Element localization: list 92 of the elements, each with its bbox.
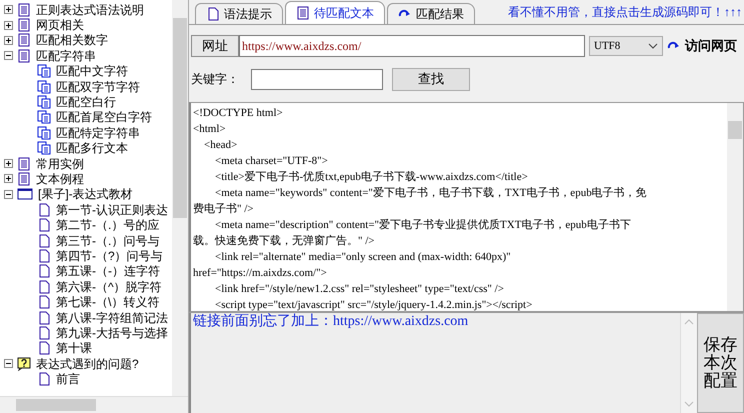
- tree-item[interactable]: 匹配相关数字: [36, 33, 108, 48]
- code-editor[interactable]: [189, 102, 744, 312]
- page-icon: [37, 372, 51, 386]
- tree-item[interactable]: 第四节-（?）问号与: [56, 248, 163, 263]
- tree-item[interactable]: 第五课-（-）连字符: [56, 264, 160, 278]
- tab[interactable]: 语法提示: [195, 3, 283, 24]
- search-button[interactable]: 查找: [392, 68, 470, 90]
- tree-item[interactable]: 正则表达式语法说明: [36, 2, 144, 17]
- tree-item[interactable]: 匹配多行文本: [56, 141, 128, 156]
- document-icon: [17, 33, 31, 48]
- code-line: <meta name="keywords" content="爱下电子书，电子书下载，TXT电子书，epub电子书，免: [214, 186, 648, 201]
- tree-item[interactable]: [果子]-表达式教材: [38, 187, 133, 202]
- keyword-field[interactable]: [251, 68, 383, 90]
- code-line: <title>爱下电子书-优质txt,epub电子书下载-www.aixdzs.com</title>: [214, 170, 529, 185]
- code-line: 载。快速免费下载，无弹窗广告。" />: [193, 234, 376, 249]
- save-button[interactable]: 保存本次配置: [697, 313, 744, 413]
- scrollbar[interactable]: [172, 0, 188, 396]
- url-field[interactable]: https://www.aixdzs.com/: [239, 35, 585, 57]
- tree-item[interactable]: 第八课-字符组简记法: [56, 310, 168, 324]
- document-icon: [17, 156, 31, 171]
- tree-item[interactable]: 文本例程: [36, 172, 84, 186]
- code-line: <html>: [193, 122, 227, 137]
- page-icon: [37, 295, 51, 310]
- documents-icon: [37, 64, 51, 78]
- code-line: 费电子书" />: [193, 202, 254, 217]
- documents-icon: [37, 80, 51, 94]
- window-icon: [17, 187, 33, 202]
- code-line: <head>: [203, 138, 238, 153]
- document-icon: [17, 2, 31, 17]
- page-icon: [37, 248, 51, 263]
- page-icon: [37, 218, 51, 232]
- expander-icon[interactable]: [4, 5, 13, 14]
- tab[interactable]: 待匹配文本: [285, 1, 385, 24]
- expander-icon[interactable]: [4, 190, 13, 199]
- tree-item[interactable]: 第一节-认识正则表达: [56, 202, 168, 217]
- expander-icon[interactable]: [4, 174, 13, 184]
- documents-icon: [37, 110, 51, 124]
- document-icon: [17, 48, 31, 63]
- page-icon: [37, 264, 51, 278]
- tree-item[interactable]: 第二节-（.）号的应: [56, 218, 160, 232]
- tree-item[interactable]: 匹配空白行: [56, 95, 116, 110]
- code-line: <link href="/style/new1.2.css" rel="stylesheet" type="text/css" />: [214, 282, 505, 297]
- page-icon: [37, 280, 51, 294]
- hint-text: 看不懂不用管，直接点击生成源码即可！↑↑↑: [508, 4, 743, 20]
- tree-item[interactable]: 匹配首尾空白字符: [56, 110, 152, 124]
- chevron-down-icon: [648, 43, 658, 49]
- scrollbar[interactable]: [0, 396, 188, 413]
- scrollbar[interactable]: [727, 103, 743, 311]
- code-line: href="https://m.aixdzs.com/">: [193, 266, 328, 281]
- tree-item[interactable]: 网页相关: [36, 18, 84, 32]
- expander-icon[interactable]: [4, 36, 13, 45]
- code-line: <link rel="alternate" media="only screen and (max-width: 640px)": [214, 250, 512, 265]
- expander-icon[interactable]: [4, 20, 13, 30]
- tree-item[interactable]: 匹配双字节字符: [56, 80, 140, 94]
- page-icon: [37, 202, 51, 217]
- field-label: 关键字：: [191, 70, 240, 88]
- expander-icon[interactable]: [4, 159, 13, 168]
- tree-item[interactable]: 表达式遇到的问题?: [36, 356, 139, 371]
- code-line: <meta name="description" content="爱下电子书专业提供优质TXT电子书，epub电子书下: [214, 218, 632, 233]
- field-label: 网址: [191, 35, 239, 57]
- page-icon: [37, 326, 51, 340]
- tree-item[interactable]: 匹配字符串: [36, 48, 96, 63]
- note-text: 链接前面别忘了加上：https://www.aixdzs.com: [193, 313, 470, 331]
- tree-item[interactable]: 第六课-（^）脱字符: [56, 280, 162, 294]
- code-line: <!DOCTYPE html>: [193, 106, 284, 121]
- code-line: <meta charset="UTF-8">: [214, 154, 329, 169]
- expander-icon[interactable]: [4, 51, 13, 60]
- page-icon: [37, 341, 51, 356]
- documents-icon: [37, 126, 51, 140]
- visit-page-button[interactable]: 访问网页: [667, 37, 737, 55]
- encoding-dropdown[interactable]: UTF8: [589, 36, 663, 56]
- document-icon: [296, 6, 310, 20]
- document-icon: [17, 172, 31, 186]
- tree-item[interactable]: 第十课: [56, 341, 92, 356]
- help-icon: [17, 356, 31, 371]
- tree-item[interactable]: 第九课-大括号与选择: [56, 326, 168, 340]
- documents-icon: [37, 95, 51, 110]
- page-icon: [206, 7, 220, 21]
- page-icon: [37, 310, 51, 324]
- tree-item[interactable]: 常用实例: [36, 156, 84, 171]
- expander-icon[interactable]: [4, 359, 13, 368]
- documents-icon: [37, 141, 51, 156]
- tree-item[interactable]: 匹配中文字符: [56, 64, 128, 78]
- tree-item[interactable]: 第七课-（\）转义符: [56, 295, 160, 310]
- tree-item[interactable]: 第三节-（.）问号与: [56, 234, 160, 248]
- tree-item[interactable]: 匹配特定字符串: [56, 126, 140, 140]
- page-icon: [37, 234, 51, 248]
- code-line: <script type="text/javascript" src="/style/jquery-1.4.2.min.js"></script>: [214, 298, 534, 311]
- document-icon: [17, 18, 31, 32]
- note-area[interactable]: 链接前面别忘了加上：https://www.aixdzs.com: [189, 313, 697, 413]
- tree-item[interactable]: 前言: [56, 372, 80, 386]
- tab[interactable]: 匹配结果: [387, 3, 475, 24]
